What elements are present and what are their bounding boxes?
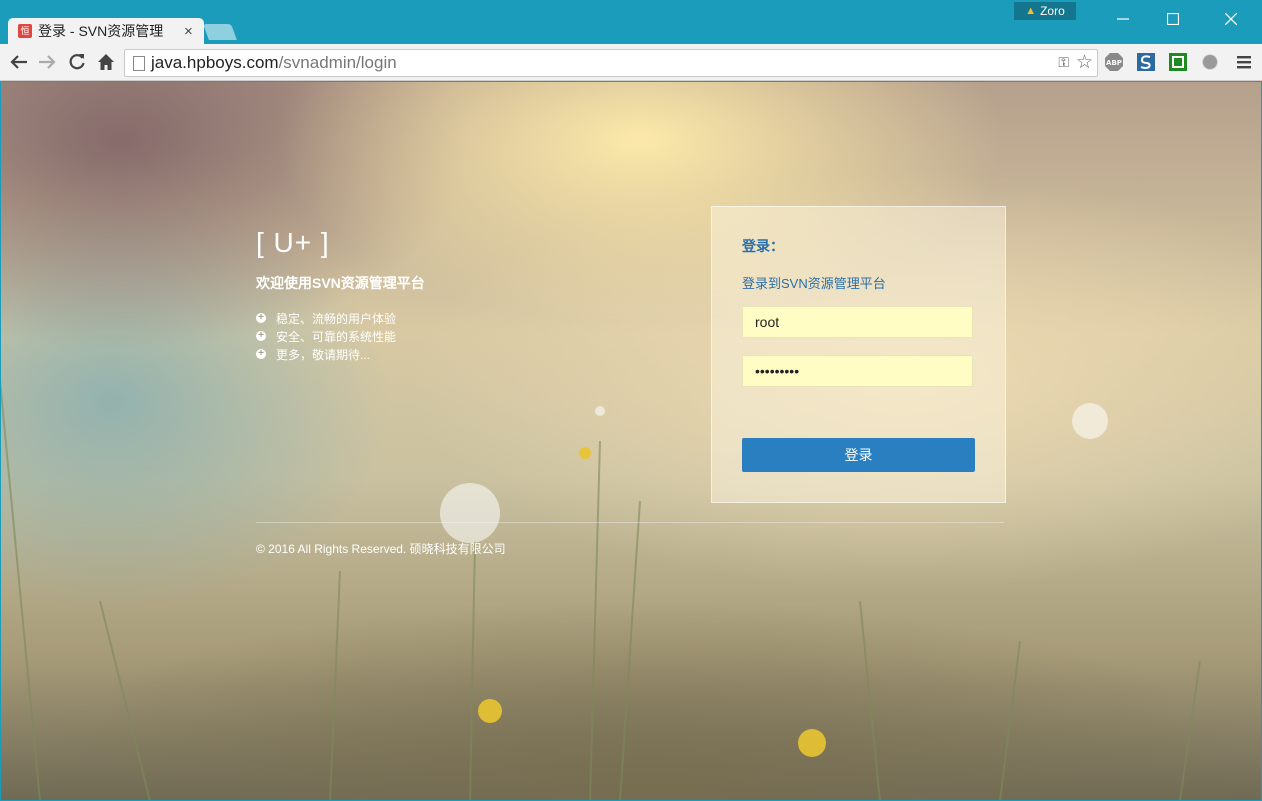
- login-subheading: 登录到SVN资源管理平台: [742, 276, 886, 291]
- menu-icon[interactable]: [1234, 52, 1254, 72]
- circle-plus-icon: +: [256, 349, 266, 359]
- minimize-icon: [1117, 18, 1129, 20]
- close-window-button[interactable]: [1208, 4, 1254, 34]
- key-icon[interactable]: ⚿: [1058, 54, 1069, 71]
- close-icon: [1225, 13, 1237, 25]
- address-url[interactable]: java.hpboys.com/svnadmin/login: [151, 53, 397, 73]
- warning-icon: ▲: [1025, 5, 1037, 17]
- site-favicon-icon: 恒: [18, 24, 32, 38]
- svg-text:ABP: ABP: [1106, 59, 1122, 67]
- username-field[interactable]: [742, 306, 973, 338]
- home-button[interactable]: [95, 51, 117, 73]
- bookmark-star-icon[interactable]: ☆: [1076, 51, 1093, 74]
- reload-icon: [69, 54, 85, 70]
- copyright-text: © 2016 All Rights Reserved. 硕晓科技有限公司: [256, 542, 506, 556]
- login-heading: 登录：: [742, 238, 784, 254]
- profile-name: Zoro: [1040, 4, 1065, 18]
- address-bar[interactable]: java.hpboys.com/svnadmin/login ⚿ ☆: [124, 49, 1098, 77]
- s-extension-icon[interactable]: [1136, 52, 1156, 72]
- new-tab-button[interactable]: [203, 24, 237, 40]
- home-icon: [98, 54, 114, 70]
- swirl-extension-icon[interactable]: [1200, 52, 1220, 72]
- feature-item: + 稳定、流畅的用户体验: [256, 309, 396, 327]
- maximize-icon: [1167, 13, 1179, 25]
- footer-divider: [256, 522, 1004, 523]
- green-extension-icon[interactable]: [1168, 52, 1188, 72]
- window-titlebar: 恒 登录 - SVN资源管理 × ▲ Zoro: [0, 0, 1262, 44]
- browser-toolbar: java.hpboys.com/svnadmin/login ⚿ ☆ ABP: [0, 44, 1262, 81]
- forward-button[interactable]: [36, 51, 58, 73]
- password-field[interactable]: [742, 355, 973, 387]
- forward-icon: [39, 55, 56, 69]
- tab-title: 登录 - SVN资源管理: [38, 23, 164, 39]
- browser-tab[interactable]: 恒 登录 - SVN资源管理 ×: [8, 18, 204, 44]
- tab-close-icon[interactable]: ×: [184, 23, 193, 40]
- circle-plus-icon: +: [256, 331, 266, 341]
- brand-logo: [ U+ ]: [256, 227, 330, 258]
- feature-list: + 稳定、流畅的用户体验 + 安全、可靠的系统性能 + 更多，敬请期待...: [256, 309, 396, 363]
- login-page: [ U+ ] 欢迎使用SVN资源管理平台 + 稳定、流畅的用户体验 + 安全、可靠的…: [0, 81, 1262, 801]
- background-image: [0, 380, 1201, 801]
- back-icon: [10, 55, 27, 69]
- page-icon: [133, 56, 145, 71]
- login-button[interactable]: 登录: [742, 438, 975, 472]
- welcome-title: 欢迎使用SVN资源管理平台: [256, 275, 425, 291]
- maximize-button[interactable]: [1150, 4, 1196, 34]
- circle-plus-icon: +: [256, 313, 266, 323]
- adblock-icon[interactable]: ABP: [1104, 52, 1124, 72]
- back-button[interactable]: [8, 51, 30, 73]
- profile-badge[interactable]: ▲ Zoro: [1014, 2, 1076, 20]
- login-panel: 登录： 登录到SVN资源管理平台 登录: [711, 206, 1006, 503]
- reload-button[interactable]: [66, 51, 88, 73]
- feature-item: + 安全、可靠的系统性能: [256, 327, 396, 345]
- minimize-button[interactable]: [1100, 4, 1146, 34]
- feature-item: + 更多，敬请期待...: [256, 345, 396, 363]
